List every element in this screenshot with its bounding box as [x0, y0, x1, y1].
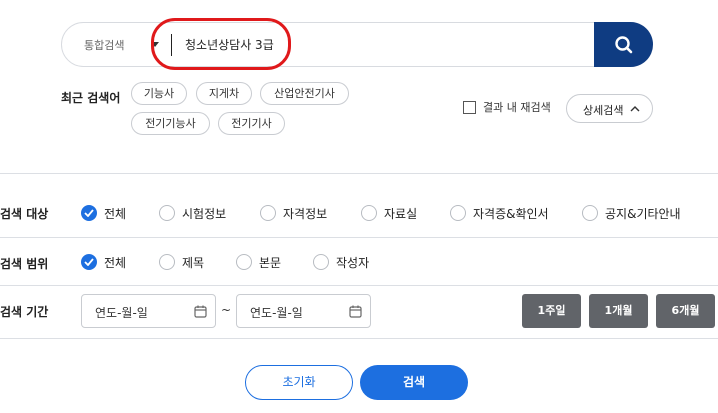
- target-option-label[interactable]: 자료실: [384, 205, 417, 222]
- within-results-checkbox[interactable]: [463, 101, 476, 114]
- scope-option-label[interactable]: 제목: [182, 254, 204, 271]
- scope-radio-body[interactable]: [236, 254, 252, 270]
- scope-option-label[interactable]: 작성자: [336, 254, 369, 271]
- divider: [0, 285, 718, 286]
- period-1-week-button[interactable]: 1주일: [522, 294, 581, 328]
- recent-keyword-chip[interactable]: 전기기사: [218, 112, 285, 135]
- reset-button[interactable]: 초기화: [245, 365, 353, 400]
- chevron-up-icon: [630, 106, 640, 112]
- calendar-icon[interactable]: [194, 305, 207, 318]
- divider: [0, 237, 718, 238]
- scope-option-label[interactable]: 전체: [104, 254, 126, 271]
- end-date-input[interactable]: 연도-월-일: [236, 294, 371, 328]
- target-option-label[interactable]: 공지&기타안내: [605, 205, 681, 222]
- search-button[interactable]: 검색: [360, 365, 468, 400]
- search-input[interactable]: 청소년상담사 3급: [185, 36, 274, 53]
- start-date-input[interactable]: 연도-월-일: [81, 294, 216, 328]
- search-scope-select[interactable]: 통합검색: [84, 37, 124, 53]
- target-option-label[interactable]: 자격정보: [283, 205, 327, 222]
- search-icon: [615, 36, 633, 54]
- target-option-label[interactable]: 전체: [104, 205, 126, 222]
- date-range-separator: ~: [221, 303, 232, 317]
- search-bar: 통합검색 청소년상담사 3급: [61, 22, 653, 67]
- search-period-label: 검색 기간: [0, 305, 49, 319]
- recent-keyword-chip[interactable]: 산업안전기사: [260, 82, 349, 105]
- calendar-icon[interactable]: [349, 305, 362, 318]
- scope-radio-all[interactable]: [81, 254, 97, 270]
- target-radio-archive[interactable]: [361, 205, 377, 221]
- start-date-placeholder: 연도-월-일: [95, 306, 148, 320]
- target-radio-qualification-info[interactable]: [260, 205, 276, 221]
- scope-radio-title[interactable]: [159, 254, 175, 270]
- end-date-placeholder: 연도-월-일: [250, 306, 303, 320]
- target-option-label[interactable]: 자격증&확인서: [473, 205, 549, 222]
- within-results-label[interactable]: 결과 내 재검색: [483, 99, 551, 115]
- recent-keyword-chip[interactable]: 지게차: [196, 82, 252, 105]
- divider: [0, 173, 718, 174]
- check-icon: [84, 209, 94, 217]
- search-page: 통합검색 청소년상담사 3급 최근 검색어 기능사 지게차 산업안전기사 전기기…: [0, 0, 718, 413]
- caret-down-icon[interactable]: [151, 42, 159, 47]
- recent-keyword-chip[interactable]: 전기기능사: [131, 112, 210, 135]
- check-icon: [84, 258, 94, 266]
- scope-option-label[interactable]: 본문: [259, 254, 281, 271]
- target-radio-all[interactable]: [81, 205, 97, 221]
- target-radio-notice[interactable]: [582, 205, 598, 221]
- divider: [0, 338, 718, 339]
- recent-keywords-label: 최근 검색어: [61, 91, 121, 105]
- recent-keyword-chip[interactable]: 기능사: [131, 82, 187, 105]
- target-radio-certificate[interactable]: [450, 205, 466, 221]
- detail-search-button[interactable]: 상세검색: [566, 94, 653, 123]
- search-target-label: 검색 대상: [0, 207, 49, 221]
- target-option-label[interactable]: 시험정보: [182, 205, 226, 222]
- scope-radio-author[interactable]: [313, 254, 329, 270]
- period-6-month-button[interactable]: 6개월: [656, 294, 715, 328]
- detail-search-label: 상세검색: [583, 104, 624, 117]
- period-1-month-button[interactable]: 1개월: [589, 294, 648, 328]
- target-radio-exam-info[interactable]: [159, 205, 175, 221]
- search-submit-button[interactable]: [594, 22, 653, 67]
- text-cursor: [171, 34, 172, 56]
- search-scope-label: 검색 범위: [0, 257, 49, 271]
